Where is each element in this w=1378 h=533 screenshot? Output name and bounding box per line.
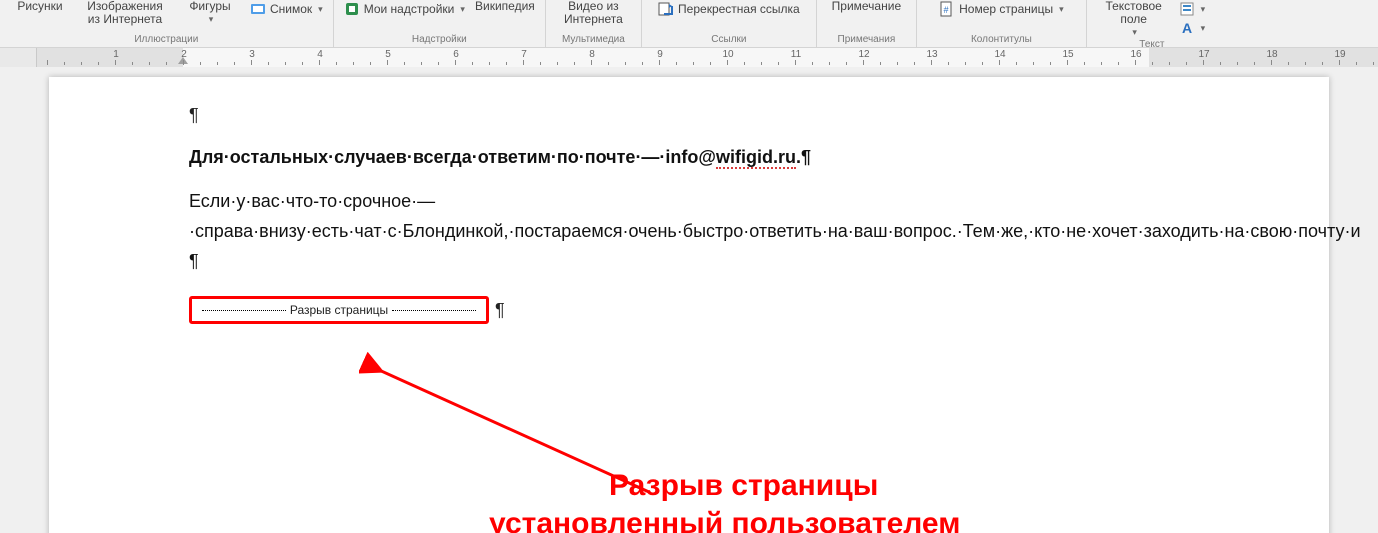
pictures-label: Рисунки	[17, 0, 62, 13]
workspace: ¶ Для·остальных·случаев·всегда·ответим·п…	[0, 67, 1378, 533]
text-box-button[interactable]: Текстовое поле ▾	[1095, 0, 1173, 39]
chevron-down-icon: ▾	[1059, 4, 1064, 15]
comment-label: Примечание	[832, 0, 901, 13]
page-break-dots-right	[392, 310, 476, 311]
svg-text:A: A	[1182, 20, 1192, 36]
drop-cap-button[interactable]: A ▾	[1175, 19, 1210, 37]
group-label-media: Мультимедиа	[562, 34, 625, 46]
pictures-button[interactable]: Рисунки	[6, 0, 74, 13]
page-break-pilcrow: ¶	[495, 300, 505, 321]
group-headerfooter: # Номер страницы ▾ Колонтитулы	[917, 0, 1087, 47]
page-number-icon: #	[939, 1, 955, 17]
svg-text:#: #	[944, 5, 949, 15]
page-break-highlight-box: Разрыв страницы	[189, 296, 489, 324]
cross-reference-button[interactable]: Перекрестная ссылка	[654, 0, 804, 18]
wikipedia-button[interactable]: Википедия	[471, 0, 539, 13]
group-label-links: Ссылки	[711, 34, 746, 46]
chevron-down-icon: ▾	[1201, 4, 1206, 15]
group-label-addins: Надстройки	[412, 34, 467, 46]
empty-paragraph-mark: ¶	[189, 105, 1189, 126]
ribbon: Рисунки Изображения из Интернета Фигуры …	[0, 0, 1378, 48]
online-pictures-label: Изображения из Интернета	[80, 0, 170, 26]
screenshot-button[interactable]: Снимок ▾	[246, 0, 327, 18]
annotation-line1: Разрыв страницы	[489, 467, 960, 505]
group-media: Видео из Интернета Мультимедиа	[546, 0, 642, 47]
chevron-down-icon: ▾	[1132, 26, 1137, 39]
cross-reference-label: Перекрестная ссылка	[678, 2, 800, 16]
vertical-scrollbar[interactable]	[1362, 67, 1378, 533]
document-body: ¶ Для·остальных·случаев·всегда·ответим·п…	[189, 105, 1189, 324]
ruler-corner	[0, 48, 37, 68]
group-label-headerfooter: Колонтитулы	[971, 34, 1032, 46]
screenshot-icon	[250, 1, 266, 17]
chevron-down-icon: ▾	[318, 4, 323, 15]
my-addins-label: Мои надстройки	[364, 2, 455, 16]
spelling-error: wifigid.ru	[716, 147, 796, 169]
group-label-illustrations: Иллюстрации	[134, 34, 198, 46]
annotation-line2: установленный пользователем	[489, 505, 960, 533]
my-addins-button[interactable]: Мои надстройки ▾	[340, 0, 469, 18]
bold-paragraph: Для·остальных·случаев·всегда·ответим·по·…	[189, 144, 1189, 170]
online-pictures-button[interactable]: Изображения из Интернета	[76, 0, 174, 26]
body-paragraph: Если·у·вас·что-то·срочное·—·справа·внизу…	[189, 186, 1189, 276]
chevron-down-icon: ▾	[1201, 23, 1206, 34]
shapes-label: Фигуры	[189, 0, 230, 13]
group-addins: Мои надстройки ▾ Википедия Надстройки	[334, 0, 546, 47]
quick-parts-icon	[1179, 1, 1195, 17]
page-break-row: Разрыв страницы ¶	[189, 296, 1189, 324]
online-video-button[interactable]: Видео из Интернета	[552, 0, 635, 26]
horizontal-ruler[interactable]: 12345678910111213141516171819	[37, 48, 1378, 68]
page-number-button[interactable]: # Номер страницы ▾	[935, 0, 1067, 18]
text-box-label: Текстовое поле	[1099, 0, 1169, 26]
screenshot-label: Снимок	[270, 2, 312, 16]
annotation-text: Разрыв страницы установленный пользовате…	[489, 467, 960, 533]
addins-icon	[344, 1, 360, 17]
ruler-row: 12345678910111213141516171819	[0, 48, 1378, 69]
quick-parts-button[interactable]: ▾	[1175, 0, 1210, 18]
comment-button[interactable]: Примечание	[828, 0, 905, 13]
page-break-marker: Разрыв страницы	[198, 303, 480, 317]
page-break-label: Разрыв страницы	[290, 303, 388, 317]
group-illustrations: Рисунки Изображения из Интернета Фигуры …	[0, 0, 334, 47]
group-label-comments: Примечания	[838, 34, 896, 46]
group-links: Перекрестная ссылка Ссылки	[642, 0, 817, 47]
chevron-down-icon: ▾	[209, 13, 214, 26]
shapes-button[interactable]: Фигуры ▾	[176, 0, 244, 26]
wikipedia-label: Википедия	[475, 0, 535, 13]
online-video-label: Видео из Интернета	[556, 0, 631, 26]
chevron-down-icon: ▾	[460, 4, 465, 15]
page-break-dots-left	[202, 310, 286, 311]
page-number-label: Номер страницы	[959, 2, 1053, 16]
drop-cap-icon: A	[1179, 20, 1195, 36]
cross-ref-icon	[658, 1, 674, 17]
group-comments: Примечание Примечания	[817, 0, 917, 47]
group-text: Текстовое поле ▾ ▾ A ▾ Текст	[1087, 0, 1217, 47]
page[interactable]: ¶ Для·остальных·случаев·всегда·ответим·п…	[49, 77, 1329, 533]
